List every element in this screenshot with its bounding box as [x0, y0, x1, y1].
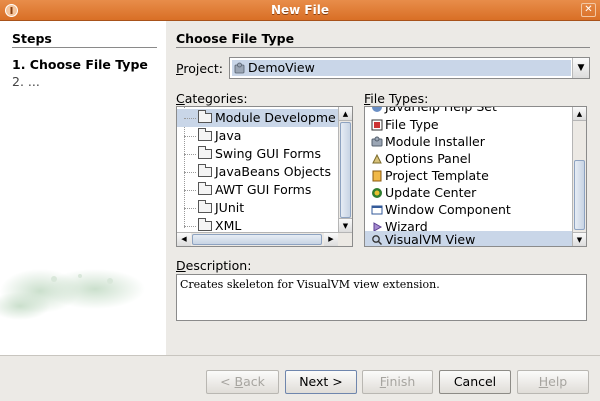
window-component-icon	[371, 205, 383, 215]
steps-panel: Steps 1. Choose File Type 2. ...	[0, 21, 166, 355]
category-item[interactable]: Swing GUI Forms	[177, 145, 340, 163]
page-title: Choose File Type	[176, 31, 295, 46]
scroll-down-icon[interactable]: ▼	[573, 232, 586, 246]
file-type-item[interactable]: Options Panel	[365, 150, 573, 168]
options-panel-icon	[372, 153, 382, 164]
file-types-label: File Types:	[364, 91, 429, 106]
scroll-left-icon[interactable]: ◀	[177, 233, 191, 246]
folder-icon	[198, 164, 212, 177]
categories-vertical-scrollbar[interactable]: ▲ ▼	[338, 107, 352, 232]
help-set-icon	[372, 107, 382, 112]
next-button[interactable]: Next >	[285, 370, 357, 394]
cancel-button[interactable]: Cancel	[439, 370, 511, 394]
categories-label: Categories:	[176, 91, 248, 106]
project-value: DemoView	[232, 60, 571, 76]
scroll-down-icon[interactable]: ▼	[339, 218, 352, 232]
description-label: Description:	[176, 258, 252, 273]
step-item-choose-file-type: 1. Choose File Type	[12, 57, 148, 72]
module-installer-icon	[371, 136, 383, 147]
file-types-vertical-scrollbar[interactable]: ▲ ▼	[572, 107, 586, 246]
step-item-next: 2. ...	[12, 74, 40, 89]
finish-button[interactable]: Finish	[362, 370, 433, 394]
file-type-item[interactable]: JavaHelp Help Set	[365, 107, 573, 116]
category-item[interactable]: Java	[177, 127, 340, 145]
folder-icon	[198, 182, 212, 195]
update-center-icon	[372, 188, 382, 198]
scroll-thumb[interactable]	[340, 122, 351, 218]
file-type-item[interactable]: Module Installer	[365, 133, 573, 151]
scroll-up-icon[interactable]: ▲	[573, 107, 586, 121]
file-type-item[interactable]: File Type	[365, 116, 573, 134]
project-label: Project:	[176, 61, 223, 76]
scroll-right-icon[interactable]: ▶	[324, 233, 338, 246]
window-title: New File	[270, 3, 329, 17]
back-button[interactable]: < Back	[206, 370, 279, 394]
scroll-thumb[interactable]	[574, 160, 585, 230]
file-type-icon	[371, 119, 383, 131]
project-template-icon	[372, 170, 382, 182]
button-bar-divider	[0, 355, 600, 356]
category-item[interactable]: JavaBeans Objects	[177, 163, 340, 181]
scroll-thumb[interactable]	[192, 234, 322, 245]
folder-icon	[198, 128, 212, 141]
file-type-item[interactable]: Update Center	[365, 184, 573, 202]
description-text: Creates skeleton for VisualVM view exten…	[176, 274, 587, 321]
categories-horizontal-scrollbar[interactable]: ◀ ▶	[177, 232, 352, 246]
title-bar[interactable]: New File ✕	[0, 0, 600, 21]
file-types-list[interactable]: JavaHelp Help Set File Type Module Insta…	[364, 106, 587, 247]
scroll-up-icon[interactable]: ▲	[339, 107, 352, 121]
help-button[interactable]: Help	[517, 370, 589, 394]
search-icon	[372, 235, 383, 246]
folder-icon	[198, 218, 212, 231]
folder-icon	[198, 110, 212, 123]
folder-icon	[198, 146, 212, 159]
category-item[interactable]: Module Developme	[177, 109, 340, 127]
project-puzzle-icon	[234, 62, 245, 74]
category-item[interactable]: AWT GUI Forms	[177, 181, 340, 199]
close-icon[interactable]: ✕	[581, 3, 596, 17]
categories-tree[interactable]: Module Developme Java Swing GUI Forms Ja…	[176, 106, 353, 247]
decorative-clouds	[0, 269, 145, 320]
steps-header: Steps	[12, 31, 52, 46]
file-type-item[interactable]: Window Component	[365, 201, 573, 219]
chevron-down-icon[interactable]: ▼	[572, 58, 589, 78]
project-combobox[interactable]: DemoView ▼	[229, 57, 590, 79]
file-type-item[interactable]: Project Template	[365, 167, 573, 185]
file-type-item-selected[interactable]: VisualVM View	[365, 231, 573, 246]
steps-divider	[12, 47, 157, 48]
title-divider	[176, 47, 590, 48]
category-item[interactable]: JUnit	[177, 199, 340, 217]
folder-icon	[198, 200, 212, 213]
